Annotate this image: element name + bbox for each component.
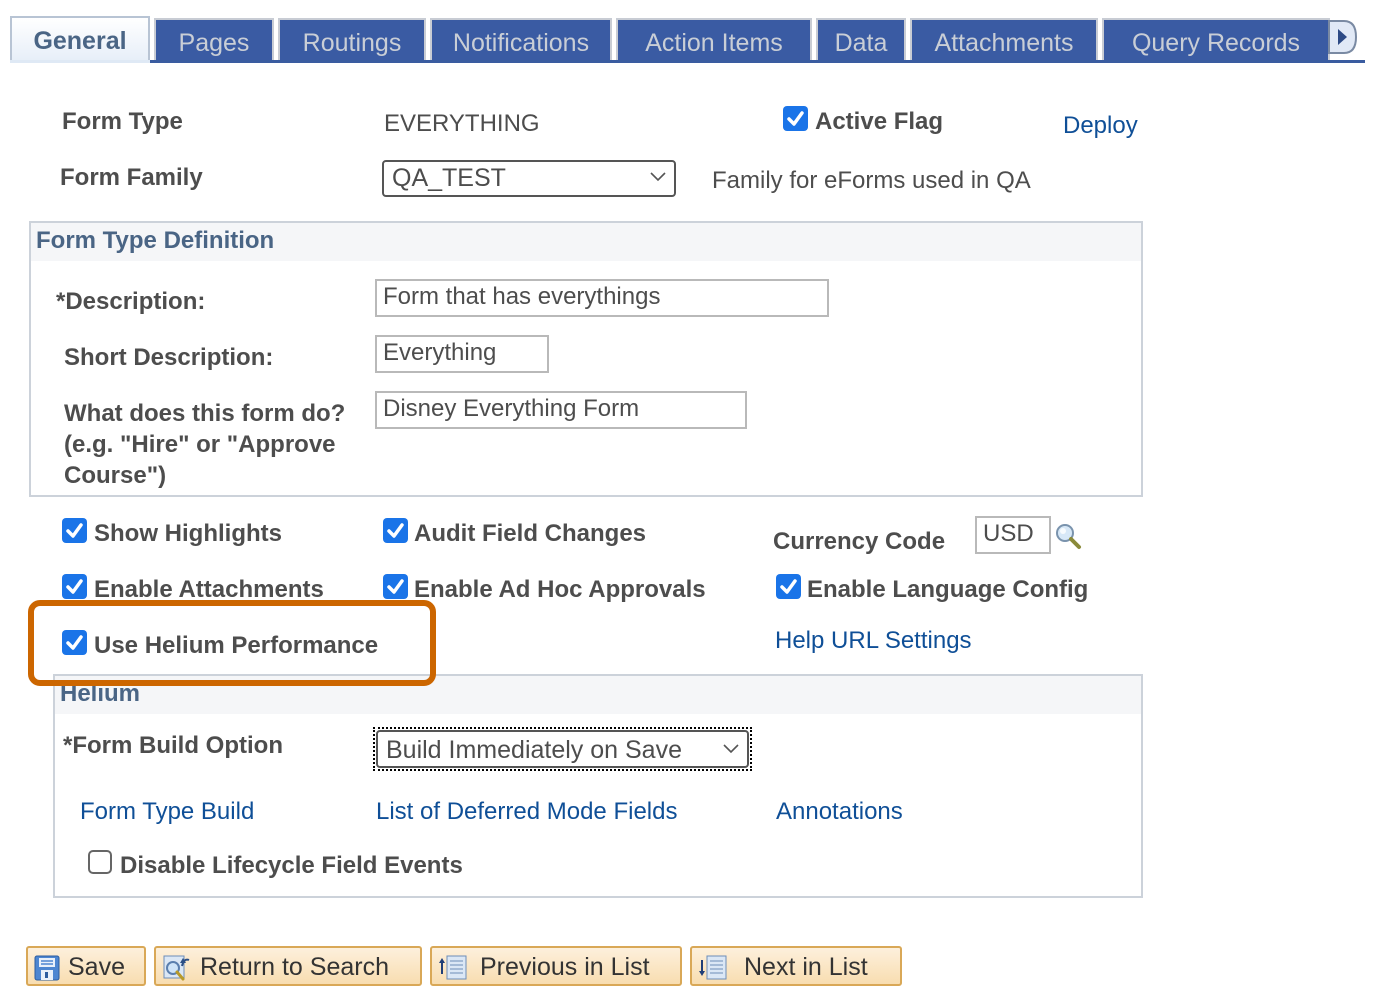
next-in-list-button[interactable]: Next in List <box>690 946 902 986</box>
form-build-option-select[interactable]: Build Immediately on Save <box>376 730 749 768</box>
short-description-input[interactable]: Everything <box>375 335 549 373</box>
form-family-description: Family for eForms used in QA <box>712 167 1031 194</box>
currency-code-label: Currency Code <box>773 528 946 555</box>
tab-underline <box>150 60 1365 63</box>
enable-attachments-checkbox[interactable] <box>62 574 87 599</box>
form-type-build-link[interactable]: Form Type Build <box>80 798 254 826</box>
active-flag-label: Active Flag <box>815 108 944 135</box>
short-description-label: Short Description: <box>64 344 274 371</box>
next-list-icon <box>698 954 727 980</box>
active-flag-checkbox[interactable] <box>783 106 808 131</box>
chevron-down-icon <box>723 732 739 778</box>
tab-bar: General Pages Routings Notifications Act… <box>10 16 1365 62</box>
save-button[interactable]: Save <box>26 946 146 986</box>
tab-underline-active <box>10 60 150 63</box>
what-does-label-line1: What does this form do? <box>64 400 346 427</box>
form-family-label: Form Family <box>60 164 203 191</box>
enable-language-config-label: Enable Language Config <box>807 576 1089 603</box>
form-build-option-value: Build Immediately on Save <box>386 736 682 764</box>
audit-field-changes-label: Audit Field Changes <box>414 520 647 547</box>
form-family-value: QA_TEST <box>392 164 506 192</box>
currency-code-input[interactable]: USD <box>975 516 1051 554</box>
previous-in-list-label: Previous in List <box>480 953 650 981</box>
enable-language-config-checkbox[interactable] <box>776 574 801 599</box>
what-does-label-line2: (e.g. "Hire" or "Approve <box>64 431 336 458</box>
show-highlights-label: Show Highlights <box>94 520 282 547</box>
annotations-link[interactable]: Annotations <box>776 798 903 826</box>
form-type-definition-title: Form Type Definition <box>36 227 275 254</box>
tab-notifications[interactable]: Notifications <box>430 18 612 62</box>
description-label: *Description: <box>56 288 206 315</box>
enable-ad-hoc-approvals-checkbox[interactable] <box>383 574 408 599</box>
deploy-link[interactable]: Deploy <box>1063 112 1138 140</box>
description-input[interactable]: Form that has everythings <box>375 279 829 317</box>
help-url-settings-link[interactable]: Help URL Settings <box>775 627 972 655</box>
return-search-icon <box>162 954 190 981</box>
tab-data[interactable]: Data <box>816 18 906 62</box>
chevron-down-icon <box>650 162 666 202</box>
return-to-search-button[interactable]: Return to Search <box>154 946 422 986</box>
audit-field-changes-checkbox[interactable] <box>383 518 408 543</box>
previous-list-icon <box>438 954 467 980</box>
tab-pages[interactable]: Pages <box>154 18 274 62</box>
enable-ad-hoc-approvals-label: Enable Ad Hoc Approvals <box>414 576 706 603</box>
previous-in-list-button[interactable]: Previous in List <box>430 946 682 986</box>
lookup-search-icon[interactable] <box>1054 522 1082 550</box>
return-to-search-label: Return to Search <box>200 953 389 981</box>
form-build-option-label: *Form Build Option <box>63 732 283 759</box>
form-family-select[interactable]: QA_TEST <box>382 160 676 197</box>
tab-query-records[interactable]: Query Records <box>1102 18 1330 62</box>
what-does-label-line3: Course") <box>64 462 167 489</box>
disable-lifecycle-label: Disable Lifecycle Field Events <box>120 852 463 879</box>
save-label: Save <box>68 953 125 981</box>
next-in-list-label: Next in List <box>744 953 868 981</box>
disable-lifecycle-checkbox[interactable] <box>88 850 112 874</box>
save-floppy-icon <box>34 954 60 981</box>
tab-general[interactable]: General <box>10 16 150 62</box>
scroll-right-icon[interactable] <box>1326 18 1360 56</box>
highlight-annotation-box <box>28 600 436 686</box>
what-does-input[interactable]: Disney Everything Form <box>375 391 747 429</box>
show-highlights-checkbox[interactable] <box>62 518 87 543</box>
tab-routings[interactable]: Routings <box>278 18 426 62</box>
deferred-mode-fields-link[interactable]: List of Deferred Mode Fields <box>376 798 677 826</box>
tab-attachments[interactable]: Attachments <box>910 18 1098 62</box>
tab-action-items[interactable]: Action Items <box>616 18 812 62</box>
form-type-label: Form Type <box>62 108 183 135</box>
form-type-value: EVERYTHING <box>384 110 540 137</box>
